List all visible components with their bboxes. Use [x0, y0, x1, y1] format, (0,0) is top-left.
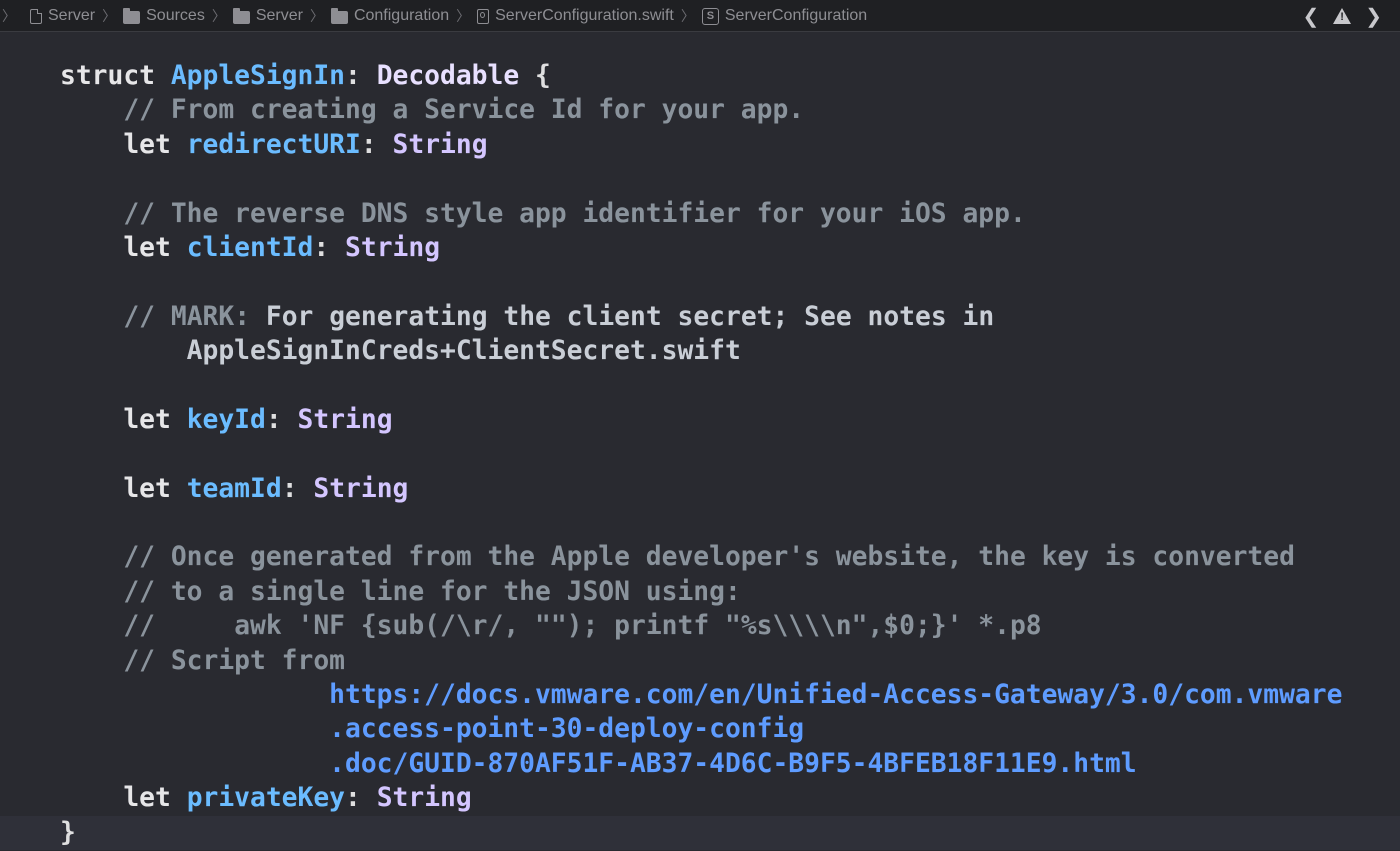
file-icon — [30, 8, 42, 24]
folder-icon — [123, 7, 141, 24]
code-line-empty[interactable] — [0, 437, 1400, 471]
back-button[interactable]: ❮ — [1302, 4, 1319, 29]
doc-link[interactable]: .access-point-30-deploy-config — [329, 714, 804, 744]
chevron-right-icon: 〉 — [456, 8, 471, 24]
folder-icon — [232, 7, 250, 24]
code-line[interactable]: struct AppleSignIn: Decodable { — [0, 59, 1400, 93]
code-line[interactable]: // From creating a Service Id for your a… — [0, 93, 1400, 127]
code-line[interactable]: AppleSignInCreds+ClientSecret.swift — [0, 334, 1400, 368]
breadcrumb-item-symbol[interactable]: S ServerConfiguration — [701, 7, 868, 25]
code-line[interactable]: let keyId: String — [0, 403, 1400, 437]
code-editor[interactable]: struct AppleSignIn: Decodable { // From … — [0, 59, 1400, 850]
breadcrumb-item-file[interactable]: ServerConfiguration.swift — [477, 7, 674, 25]
chevron-right-icon: 〉 — [102, 8, 117, 24]
chevron-right-icon: 〉 — [309, 8, 324, 24]
breadcrumb-label: ServerConfiguration.swift — [495, 7, 674, 24]
code-line-current[interactable]: } — [0, 815, 1400, 850]
swift-file-icon — [477, 8, 490, 24]
code-line[interactable]: let privateKey: String — [0, 781, 1400, 815]
breadcrumb-label: ServerConfiguration — [724, 7, 868, 24]
doc-link[interactable]: https://docs.vmware.com/en/Unified-Acces… — [329, 680, 1342, 710]
navigation-controls: ❮ ❯ — [1302, 0, 1382, 32]
folder-icon — [330, 7, 348, 24]
breadcrumb-label: Server — [48, 7, 96, 24]
code-line[interactable]: let clientId: String — [0, 231, 1400, 265]
forward-button[interactable]: ❯ — [1365, 4, 1382, 29]
breadcrumb-item-server-project[interactable]: Server — [30, 7, 95, 25]
code-line[interactable]: https://docs.vmware.com/en/Unified-Acces… — [0, 678, 1400, 712]
code-line[interactable]: // MARK: For generating the client secre… — [0, 300, 1400, 334]
code-line[interactable]: let teamId: String — [0, 472, 1400, 506]
breadcrumb-label: Server — [255, 7, 303, 24]
breadcrumb-item-configuration[interactable]: Configuration — [330, 7, 450, 25]
chevron-right-icon: 〉 — [680, 8, 695, 24]
code-line[interactable]: let redirectURI: String — [0, 128, 1400, 162]
code-line-empty[interactable] — [0, 265, 1400, 299]
doc-link[interactable]: .doc/GUID-870AF51F-AB37-4D6C-B9F5-4BFEB1… — [329, 749, 1136, 779]
code-line[interactable]: // to a single line for the JSON using: — [0, 575, 1400, 609]
code-line[interactable]: // Once generated from the Apple develop… — [0, 540, 1400, 574]
breadcrumb-label: Configuration — [353, 7, 450, 24]
struct-icon: S — [701, 7, 719, 25]
code-line[interactable]: // awk 'NF {sub(/\r/, ""); printf "%s\\\… — [0, 609, 1400, 643]
jump-bar: 〉 Server 〉 Sources 〉 Server 〉 Configurat… — [0, 0, 1400, 32]
code-line-empty[interactable] — [0, 369, 1400, 403]
code-line-empty[interactable] — [0, 506, 1400, 540]
breadcrumb-label: Sources — [146, 7, 205, 24]
code-line[interactable]: .access-point-30-deploy-config — [0, 712, 1400, 746]
code-line[interactable]: // Script from — [0, 644, 1400, 678]
code-line-empty[interactable] — [0, 162, 1400, 196]
chevron-right-icon[interactable]: 〉 — [2, 6, 16, 26]
breadcrumb: 〉 Server 〉 Sources 〉 Server 〉 Configurat… — [0, 0, 867, 32]
code-line[interactable]: // The reverse DNS style app identifier … — [0, 197, 1400, 231]
code-line[interactable]: .doc/GUID-870AF51F-AB37-4D6C-B9F5-4BFEB1… — [0, 747, 1400, 781]
breadcrumb-item-server-folder[interactable]: Server — [232, 7, 303, 25]
breadcrumb-item-sources[interactable]: Sources — [123, 7, 205, 25]
chevron-right-icon: 〉 — [211, 8, 226, 24]
warning-icon[interactable] — [1333, 8, 1352, 24]
